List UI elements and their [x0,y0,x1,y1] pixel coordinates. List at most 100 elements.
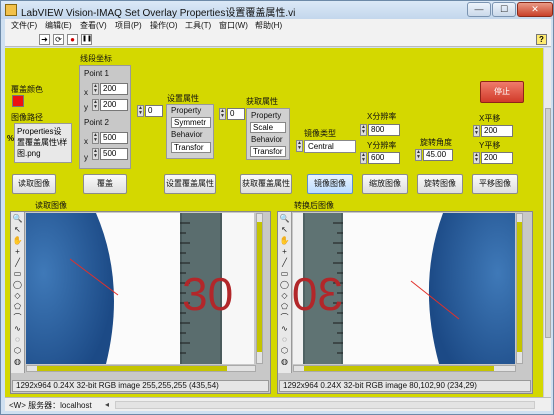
pointer-tool-icon[interactable]: ↖ [12,225,23,236]
maximize-button[interactable]: ☐ [492,2,516,17]
menu-operate[interactable]: 操作(O) [150,20,178,31]
polygon-tool-icon[interactable]: ⬠ [279,302,290,313]
annulus-tool-icon[interactable]: ◌ [12,335,23,346]
freehand-tool-icon[interactable]: ∿ [12,324,23,335]
p1-y-field[interactable]: 200 [100,99,128,111]
translate-image-button[interactable]: 平移图像 [472,174,518,194]
y-res-spinner[interactable]: ▲ ▼ [360,152,367,164]
image-path-field[interactable]: Properties设置覆盖属性\样图.png [14,123,72,163]
overlay-color-box[interactable] [12,95,24,107]
line-coords-label: 线段坐标 [80,54,112,63]
rotation-spinner[interactable]: ▲ ▼ [415,149,422,161]
minimize-button[interactable]: — [467,2,491,17]
rotation-label: 旋转角度 [420,138,452,147]
p1-x-label: x [84,88,88,97]
context-help-icon[interactable]: ? [536,34,547,45]
rotate-image-button[interactable]: 旋转图像 [417,174,463,194]
read-image-button[interactable]: 读取图像 [12,174,56,194]
mirror-type-field[interactable]: Central [304,140,356,153]
x-shift-spinner[interactable]: ▲ ▼ [473,125,480,137]
arc-tool-icon[interactable]: ⌒ [12,313,23,324]
right-image-canvas[interactable]: 30 [293,213,515,364]
get-index-spinner[interactable]: ▲ ▼ [219,108,226,120]
server-status: <W> 服务器：localhost [9,401,92,410]
menu-view[interactable]: 查看(V) [80,20,107,31]
menu-project[interactable]: 项目(P) [115,20,142,31]
left-image-display: 🔍 ↖ ✋ + ╱ ▭ ◯ ◇ ⬠ ⌒ ∿ ◌ ⬡ ◍ 30 1292x964 … [10,211,271,394]
menu-file[interactable]: 文件(F) [11,20,37,31]
p1-x-field[interactable]: 200 [100,83,128,95]
panel-h-scrollbar[interactable] [115,401,535,409]
y-shift-field[interactable]: 200 [481,152,513,164]
p2-y-spinner[interactable]: ▲ ▼ [92,148,99,160]
polyline-tool-icon[interactable]: ⬡ [12,346,23,357]
p2-x-spinner[interactable]: ▲ ▼ [92,132,99,144]
set-item-1[interactable]: Symmetr [171,117,211,128]
rotated-rect-tool-icon[interactable]: ◇ [279,291,290,302]
menu-help[interactable]: 帮助(H) [255,20,282,31]
labview-window: LabVIEW Vision-IMAQ Set Overlay Properti… [0,0,554,415]
zoom-tool-icon[interactable]: 🔍 [279,214,290,225]
window-title: LabVIEW Vision-IMAQ Set Overlay Properti… [21,8,296,19]
set-overlay-props-button[interactable]: 设置覆盖属性 [164,174,216,194]
set-index-field[interactable]: 0 [145,105,163,117]
abort-icon[interactable]: ● [67,34,78,45]
left-v-scrollbar[interactable] [256,213,263,364]
get-index-field[interactable]: 0 [227,108,245,120]
p2-x-field[interactable]: 500 [100,132,128,144]
y-res-field[interactable]: 600 [368,152,400,164]
rectangle-tool-icon[interactable]: ▭ [279,269,290,280]
point-tool-icon[interactable]: + [12,247,23,258]
overlay-button[interactable]: 覆盖 [83,174,127,194]
y-shift-spinner[interactable]: ▲ ▼ [473,152,480,164]
polygon-tool-icon[interactable]: ⬠ [12,302,23,313]
mirror-image-button[interactable]: 镜像图像 [307,174,353,194]
freehand-region-tool-icon[interactable]: ◍ [12,357,23,368]
line-tool-icon[interactable]: ╱ [12,258,23,269]
p1-y-spinner[interactable]: ▲ ▼ [92,99,99,111]
arc-tool-icon[interactable]: ⌒ [279,313,290,324]
rotated-rect-tool-icon[interactable]: ◇ [12,291,23,302]
x-shift-field[interactable]: 200 [481,125,513,137]
mirror-type-spinner[interactable]: ▲ ▼ [296,140,303,152]
line-tool-icon[interactable]: ╱ [279,258,290,269]
set-index-spinner[interactable]: ▲ ▼ [137,105,144,117]
oval-tool-icon[interactable]: ◯ [12,280,23,291]
panel-v-scrollbar-thumb[interactable] [545,108,551,338]
pointer-tool-icon[interactable]: ↖ [279,225,290,236]
panel-v-scrollbar[interactable] [543,48,551,397]
x-res-spinner[interactable]: ▲ ▼ [360,124,367,136]
polyline-tool-icon[interactable]: ⬡ [279,346,290,357]
left-image-canvas[interactable]: 30 [26,213,254,364]
freehand-tool-icon[interactable]: ∿ [279,324,290,335]
close-button[interactable]: ✕ [517,2,553,17]
annulus-tool-icon[interactable]: ◌ [279,335,290,346]
point-tool-icon[interactable]: + [279,247,290,258]
rectangle-tool-icon[interactable]: ▭ [12,269,23,280]
p2-y-field[interactable]: 500 [100,148,128,160]
set-item-3[interactable]: Transfor [171,142,211,153]
pan-tool-icon[interactable]: ✋ [12,236,23,247]
right-h-scrollbar[interactable] [293,365,516,372]
scale-image-button[interactable]: 缩放图像 [362,174,408,194]
p1-x-spinner[interactable]: ▲ ▼ [92,83,99,95]
x-res-field[interactable]: 800 [368,124,400,136]
zoom-tool-icon[interactable]: 🔍 [12,214,23,225]
scroll-left-arrow-icon[interactable]: ◂ [105,400,109,409]
rotation-field[interactable]: 45.00 [423,149,453,161]
right-v-scrollbar[interactable] [516,213,523,364]
menu-window[interactable]: 窗口(W) [219,20,248,31]
stop-button[interactable]: 停止 [480,81,524,103]
pause-icon[interactable]: ❚❚ [81,34,92,45]
oval-tool-icon[interactable]: ◯ [279,280,290,291]
freehand-region-tool-icon[interactable]: ◍ [279,357,290,368]
pan-tool-icon[interactable]: ✋ [279,236,290,247]
y-res-label: Y分辨率 [367,141,397,150]
run-continuously-icon[interactable]: ⟳ [53,34,64,45]
menu-tools[interactable]: 工具(T) [185,20,211,31]
run-icon[interactable]: ➜ [39,34,50,45]
menu-edit[interactable]: 编辑(E) [45,20,72,31]
left-h-scrollbar[interactable] [26,365,256,372]
right-display-label: 转换后图像 [294,201,334,210]
get-overlay-props-button[interactable]: 获取覆盖属性 [240,174,292,194]
